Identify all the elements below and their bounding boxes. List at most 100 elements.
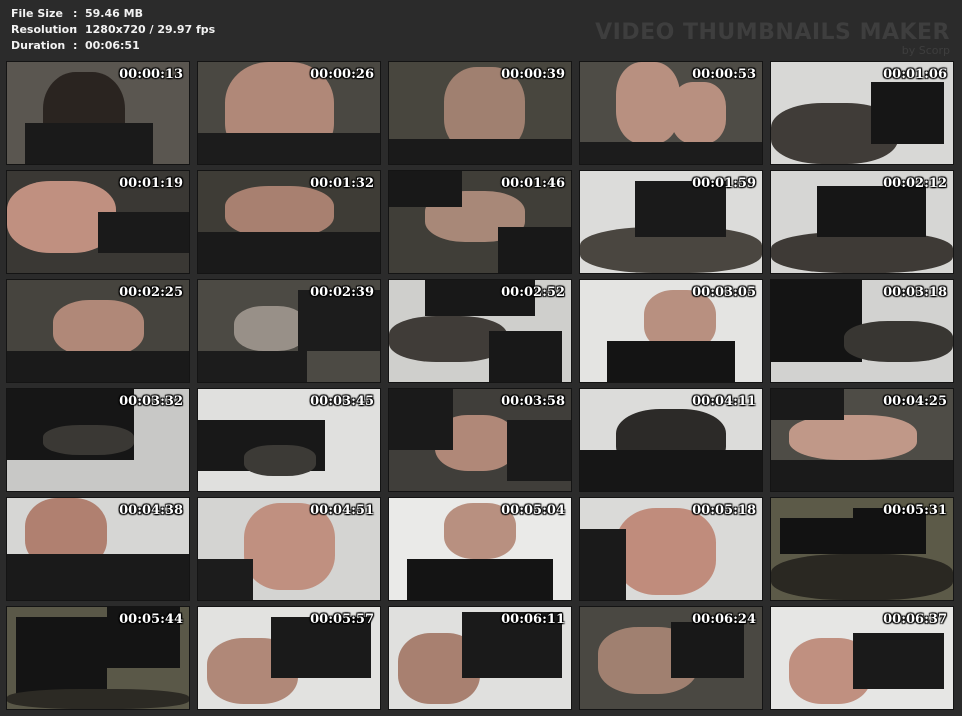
thumbnail-timestamp: 00:03:05 [692,285,756,300]
header: File Size : 59.46 MB Resolution : 1280x7… [0,0,962,60]
thumbnail-image-region [7,688,189,709]
thumbnail-image-region [671,82,726,144]
thumbnail-image-region [816,186,926,238]
thumbnail-frame[interactable]: 00:05:18 [579,497,763,601]
watermark: VIDEO THUMBNAILS MAKER by Scorp [595,20,950,57]
thumbnail-timestamp: 00:00:13 [119,67,183,82]
thumbnail-frame[interactable]: 00:03:58 [388,388,572,492]
thumbnail-image-region [98,211,189,253]
thumbnail-frame[interactable]: 00:05:57 [197,606,381,710]
file-size-row: File Size : 59.46 MB [11,6,215,22]
thumbnail-timestamp: 00:06:11 [501,612,565,627]
thumbnail-frame[interactable]: 00:03:45 [197,388,381,492]
thumbnail-frame[interactable]: 00:00:53 [579,61,763,165]
thumbnail-timestamp: 00:06:37 [883,612,947,627]
thumbnail-frame[interactable]: 00:02:12 [770,170,954,274]
thumbnail-frame[interactable]: 00:05:04 [388,497,572,601]
thumbnail-timestamp: 00:03:45 [310,394,374,409]
thumbnail-frame[interactable]: 00:00:26 [197,61,381,165]
duration-row: Duration : 00:06:51 [11,38,215,54]
thumbnail-image-region [198,351,308,382]
thumbnail-image-region [771,232,953,273]
resolution-value: 1280x720 / 29.97 fps [85,23,216,36]
thumbnail-image-region [7,351,189,382]
thumbnail-frame[interactable]: 00:02:52 [388,279,572,383]
thumbnail-image-region [198,232,380,273]
thumbnail-timestamp: 00:04:11 [692,394,756,409]
thumbnail-frame[interactable]: 00:01:06 [770,61,954,165]
thumbnail-image-region [198,559,253,600]
thumbnail-timestamp: 00:05:31 [883,503,947,518]
thumbnail-timestamp: 00:03:32 [119,394,183,409]
thumbnail-image-region [780,518,862,555]
thumbnail-image-region [771,554,953,600]
thumbnail-frame[interactable]: 00:01:46 [388,170,572,274]
thumbnail-image-region [507,419,571,481]
thumbnail-image-region [198,133,380,164]
thumbnail-frame[interactable]: 00:06:24 [579,606,763,710]
thumbnail-timestamp: 00:05:57 [310,612,374,627]
thumbnail-timestamp: 00:06:24 [692,612,756,627]
thumbnail-timestamp: 00:05:04 [501,503,565,518]
thumbnail-timestamp: 00:03:58 [501,394,565,409]
thumbnail-frame[interactable]: 00:00:39 [388,61,572,165]
thumbnail-frame[interactable]: 00:02:39 [197,279,381,383]
thumbnail-image-region [43,424,135,456]
duration-separator: : [73,39,78,52]
file-size-label: File Size [11,7,63,20]
thumbnail-timestamp: 00:02:12 [883,176,947,191]
thumbnail-timestamp: 00:02:39 [310,285,374,300]
thumbnail-image-region [225,186,335,238]
thumbnail-frame[interactable]: 00:00:13 [6,61,190,165]
thumbnail-timestamp: 00:01:06 [883,67,947,82]
thumbnail-image-region [243,445,317,476]
thumbnail-frame[interactable]: 00:05:31 [770,497,954,601]
thumbnail-frame[interactable]: 00:06:37 [770,606,954,710]
duration-value: 00:06:51 [85,39,140,52]
thumbnail-frame[interactable]: 00:03:05 [579,279,763,383]
thumbnail-image-region [489,331,562,382]
thumbnail-frame[interactable]: 00:06:11 [388,606,572,710]
thumbnail-timestamp: 00:03:18 [883,285,947,300]
thumbnail-timestamp: 00:00:53 [692,67,756,82]
thumbnail-timestamp: 00:05:18 [692,503,756,518]
thumbnail-frame[interactable]: 00:04:25 [770,388,954,492]
thumbnail-timestamp: 00:01:59 [692,176,756,191]
thumbnail-image-region [580,528,626,600]
thumbnail-frame[interactable]: 00:04:51 [197,497,381,601]
thumbnail-frame[interactable]: 00:04:11 [579,388,763,492]
thumbnail-frame[interactable]: 00:01:19 [6,170,190,274]
thumbnail-image-region [843,320,953,362]
thumbnail-timestamp: 00:00:26 [310,67,374,82]
thumbnail-frame[interactable]: 00:01:32 [197,170,381,274]
thumbnail-image-region [234,305,308,352]
thumbnail-image-region [852,632,944,689]
thumbnail-image-region [498,227,571,273]
thumbnail-image-region [389,389,453,451]
thumbnail-image-region [580,450,762,491]
thumbnail-timestamp: 00:01:32 [310,176,374,191]
thumbnail-timestamp: 00:02:25 [119,285,183,300]
resolution-row: Resolution : 1280x720 / 29.97 fps [11,22,215,38]
thumbnail-image-region [52,300,144,357]
thumbnail-frame[interactable]: 00:02:25 [6,279,190,383]
thumbnail-frame[interactable]: 00:05:44 [6,606,190,710]
thumbnail-timestamp: 00:04:25 [883,394,947,409]
thumbnail-image-region [771,389,844,420]
thumbnail-timestamp: 00:04:51 [310,503,374,518]
thumbnail-frame[interactable]: 00:01:59 [579,170,763,274]
thumbnail-frame[interactable]: 00:03:32 [6,388,190,492]
thumbnail-timestamp: 00:04:38 [119,503,183,518]
thumbnail-timestamp: 00:05:44 [119,612,183,627]
thumbnail-timestamp: 00:01:46 [501,176,565,191]
thumbnail-image-region [389,171,462,207]
thumbnail-image-region [407,559,553,600]
resolution-label: Resolution [11,23,78,36]
resolution-separator: : [73,23,78,36]
file-info: File Size : 59.46 MB Resolution : 1280x7… [11,6,215,54]
thumbnail-frame[interactable]: 00:04:38 [6,497,190,601]
thumbnail-image-region [671,622,744,679]
thumbnail-image-region [16,617,108,699]
thumbnail-image-region [771,460,953,491]
thumbnail-frame[interactable]: 00:03:18 [770,279,954,383]
